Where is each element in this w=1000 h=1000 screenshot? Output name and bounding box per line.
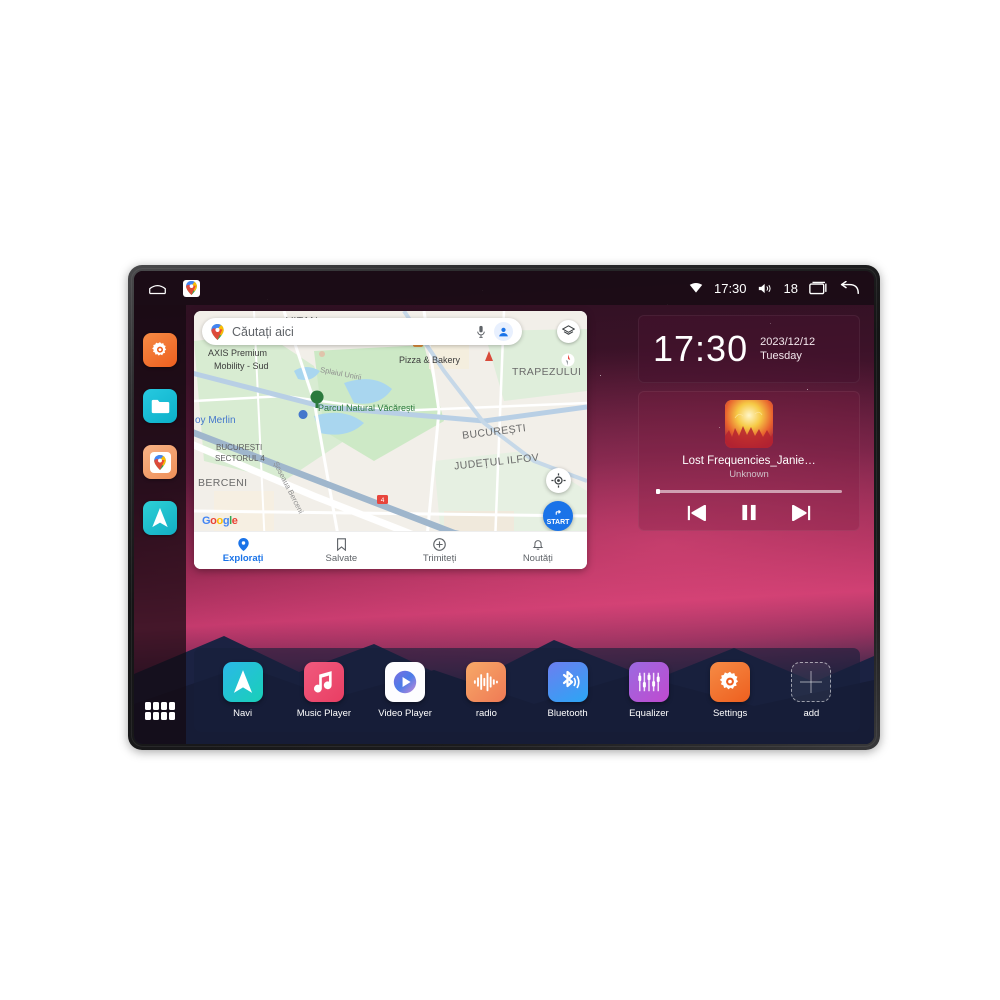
recent-apps-icon[interactable] bbox=[809, 281, 828, 295]
song-artist: Unknown bbox=[729, 469, 769, 480]
play-pause-button[interactable] bbox=[740, 504, 758, 526]
app-drawer-grid-icon[interactable] bbox=[145, 702, 175, 720]
status-bar: 17:30 18 bbox=[134, 271, 874, 305]
album-art bbox=[725, 400, 773, 448]
clock-date: 2023/12/12 bbox=[760, 336, 816, 348]
map-layers-icon[interactable] bbox=[557, 320, 580, 343]
contribute-plus-icon bbox=[433, 537, 446, 551]
account-avatar-icon[interactable] bbox=[494, 322, 513, 341]
google-maps-icon[interactable] bbox=[183, 279, 200, 297]
sidebar-item-files[interactable] bbox=[143, 389, 177, 423]
app-dock: Navi Music Player Video Player radio Blu… bbox=[194, 648, 860, 732]
map-nav-explore[interactable]: Explorați bbox=[194, 537, 292, 564]
radio-wave-icon bbox=[466, 661, 507, 702]
sidebar-item-google-maps[interactable] bbox=[143, 445, 177, 479]
bell-icon bbox=[532, 539, 544, 550]
compass-icon[interactable] bbox=[561, 353, 575, 367]
dock-app-label: Video Player bbox=[378, 707, 432, 719]
map-nav-label: Explorați bbox=[222, 552, 264, 564]
sidebar-item-navi[interactable] bbox=[143, 501, 177, 535]
volume-level: 18 bbox=[783, 280, 798, 296]
volume-icon bbox=[758, 282, 773, 295]
dock-app-navi[interactable]: Navi bbox=[211, 661, 275, 719]
wifi-icon bbox=[689, 282, 703, 294]
dock-app-equalizer[interactable]: Equalizer bbox=[617, 661, 681, 719]
equalizer-sliders-icon bbox=[628, 661, 669, 702]
back-arrow-icon[interactable] bbox=[839, 280, 860, 296]
dock-app-label: radio bbox=[475, 707, 497, 719]
map-nav-saved[interactable]: Salvate bbox=[292, 537, 390, 564]
sidebar-item-settings[interactable] bbox=[143, 333, 177, 367]
right-widget-column: 17:30 2023/12/12 Tuesday Lost Frequencie… bbox=[638, 315, 860, 531]
map-bottom-nav: Explorați Salvate Trimiteți Noutăți bbox=[194, 531, 587, 569]
add-shortcut-icon bbox=[791, 661, 832, 702]
map-nav-label: Trimiteți bbox=[422, 552, 457, 564]
dock-app-music-player[interactable]: Music Player bbox=[292, 661, 356, 719]
map-nav-label: Noutăți bbox=[522, 552, 553, 564]
map-nav-contribute[interactable]: Trimiteți bbox=[391, 537, 489, 564]
previous-track-button[interactable] bbox=[686, 504, 706, 526]
map-search-bar[interactable]: Căutați aici bbox=[202, 318, 522, 345]
status-time: 17:30 bbox=[713, 280, 747, 296]
car-head-unit-device: 17:30 18 4 AXIS Premium Mobility - Sud P… bbox=[128, 265, 880, 750]
clock-time: 17:30 bbox=[653, 328, 749, 369]
dock-app-label: Music Player bbox=[296, 707, 352, 719]
start-label: START bbox=[546, 519, 570, 526]
google-logo: Google bbox=[202, 515, 238, 527]
svg-text:4: 4 bbox=[381, 497, 385, 504]
dock-app-bluetooth[interactable]: Bluetooth bbox=[536, 661, 600, 719]
video-play-icon bbox=[385, 661, 426, 702]
next-track-button[interactable] bbox=[792, 504, 812, 526]
dock-app-video-player[interactable]: Video Player bbox=[373, 661, 437, 719]
dock-app-add[interactable]: add bbox=[779, 661, 843, 719]
song-title: Lost Frequencies_Janie… bbox=[682, 455, 816, 467]
google-maps-card[interactable]: 4 VITAN AXIS Premium Mobility - Sud Pane… bbox=[194, 311, 587, 569]
music-widget[interactable]: Lost Frequencies_Janie… Unknown bbox=[638, 391, 860, 531]
explore-pin-icon bbox=[237, 537, 249, 551]
dock-app-label: Settings bbox=[712, 707, 748, 719]
gear-icon bbox=[710, 661, 751, 702]
map-nav-updates[interactable]: Noutăți bbox=[489, 538, 587, 564]
maps-pin-icon bbox=[211, 323, 224, 340]
directions-arrow-icon bbox=[551, 506, 565, 520]
clock-day: Tuesday bbox=[760, 350, 802, 362]
home-icon[interactable] bbox=[148, 281, 167, 295]
start-navigation-button[interactable]: START bbox=[543, 501, 573, 531]
music-note-icon bbox=[303, 661, 344, 702]
dock-app-label: Bluetooth bbox=[547, 707, 588, 719]
dock-app-label: Equalizer bbox=[629, 707, 669, 719]
map-nav-label: Salvate bbox=[325, 552, 358, 564]
screen: 17:30 18 4 AXIS Premium Mobility - Sud P… bbox=[134, 271, 874, 744]
dock-app-label: Navi bbox=[233, 707, 253, 719]
dock-app-radio[interactable]: radio bbox=[454, 661, 518, 719]
dock-app-settings[interactable]: Settings bbox=[698, 661, 762, 719]
dock-app-label: add bbox=[803, 707, 820, 719]
playback-progress-bar[interactable] bbox=[656, 489, 842, 494]
navigation-arrow-icon bbox=[222, 661, 263, 702]
bluetooth-icon bbox=[547, 661, 588, 702]
my-location-icon[interactable] bbox=[546, 468, 571, 493]
wallpaper-star bbox=[600, 375, 602, 377]
microphone-icon[interactable] bbox=[476, 325, 486, 339]
bookmark-icon bbox=[336, 537, 346, 551]
clock-widget[interactable]: 17:30 2023/12/12 Tuesday bbox=[638, 315, 860, 383]
left-app-bar bbox=[134, 305, 186, 744]
search-input[interactable]: Căutați aici bbox=[232, 325, 468, 339]
